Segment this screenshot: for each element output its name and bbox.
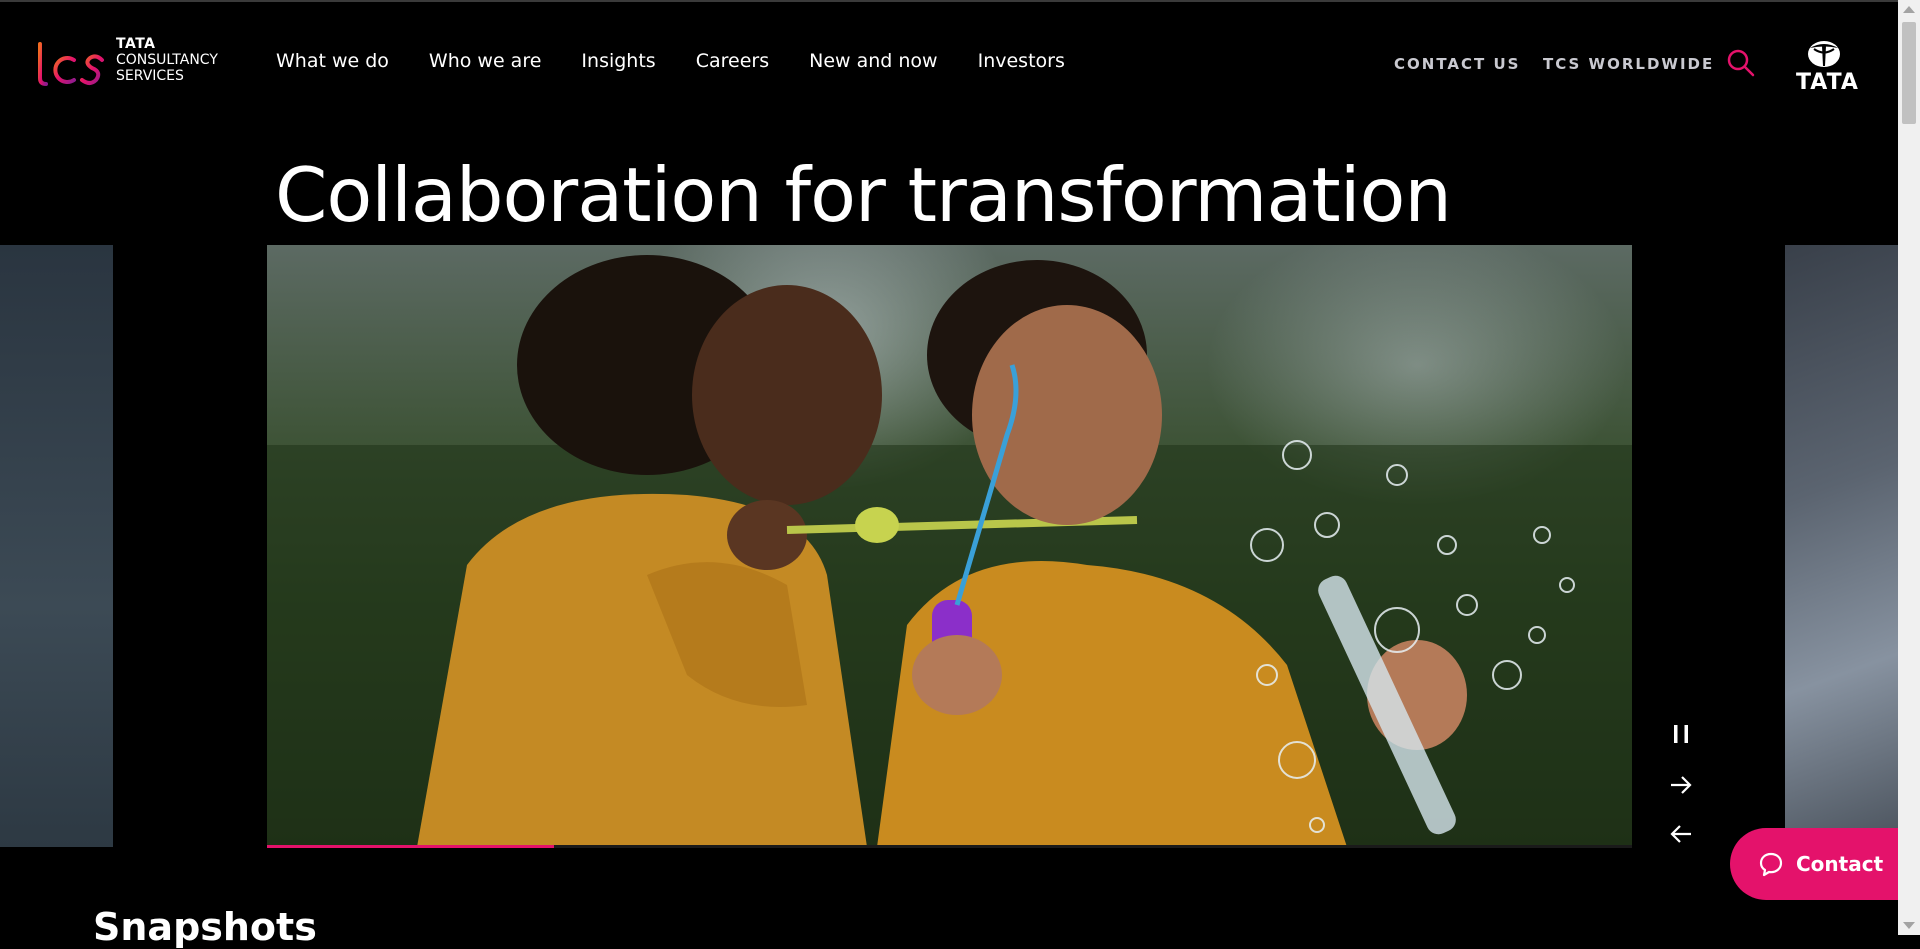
snapshots-heading: Snapshots bbox=[93, 905, 317, 949]
hero-image bbox=[267, 245, 1632, 847]
contact-us-link[interactable]: CONTACT US bbox=[1394, 55, 1520, 73]
nav-careers[interactable]: Careers bbox=[696, 50, 769, 72]
logo-line-tata: TATA bbox=[116, 36, 156, 52]
carousel-previous-slide-peek[interactable] bbox=[0, 245, 113, 847]
nav-insights[interactable]: Insights bbox=[581, 50, 655, 72]
nav-investors[interactable]: Investors bbox=[978, 50, 1065, 72]
nav-new-and-now[interactable]: New and now bbox=[809, 50, 937, 72]
search-icon[interactable] bbox=[1726, 48, 1756, 78]
chat-bubble-icon bbox=[1759, 852, 1783, 877]
nav-who-we-are[interactable]: Who we are bbox=[429, 50, 542, 72]
carousel-progress-bar bbox=[267, 845, 1632, 848]
contact-button[interactable]: Contact bbox=[1730, 828, 1910, 900]
contact-button-label: Contact bbox=[1796, 852, 1884, 876]
logo-text: TATA CONSULTANCY SERVICES bbox=[116, 36, 218, 84]
scroll-down-arrow-icon[interactable] bbox=[1903, 922, 1915, 929]
tata-logo-text: TATA bbox=[1796, 70, 1859, 95]
page-scrollbar[interactable] bbox=[1898, 0, 1920, 935]
tcs-logo[interactable]: TATA CONSULTANCY SERVICES bbox=[32, 36, 232, 92]
pause-icon[interactable] bbox=[1665, 718, 1697, 750]
site-header: TATA CONSULTANCY SERVICES What we do Who… bbox=[0, 0, 1898, 120]
arrow-right-icon[interactable] bbox=[1665, 769, 1697, 801]
children-blowing-bubbles-illustration bbox=[267, 255, 1632, 847]
tcs-logo-mark-icon bbox=[32, 42, 104, 86]
carousel-progress-fill bbox=[267, 845, 554, 848]
main-nav: What we do Who we are Insights Careers N… bbox=[276, 50, 1065, 72]
logo-line-services: SERVICES bbox=[116, 68, 184, 84]
nav-what-we-do[interactable]: What we do bbox=[276, 50, 389, 72]
scrollbar-thumb[interactable] bbox=[1902, 22, 1916, 124]
hero-title: Collaboration for transformation bbox=[275, 151, 1452, 239]
tata-logo[interactable]: TATA bbox=[1794, 36, 1858, 95]
arrow-left-icon[interactable] bbox=[1665, 818, 1697, 850]
carousel-next-slide-peek[interactable] bbox=[1785, 245, 1898, 847]
scroll-up-arrow-icon[interactable] bbox=[1903, 6, 1915, 13]
logo-line-consultancy: CONSULTANCY bbox=[116, 52, 218, 68]
tcs-worldwide-link[interactable]: TCS WORLDWIDE bbox=[1543, 55, 1714, 73]
